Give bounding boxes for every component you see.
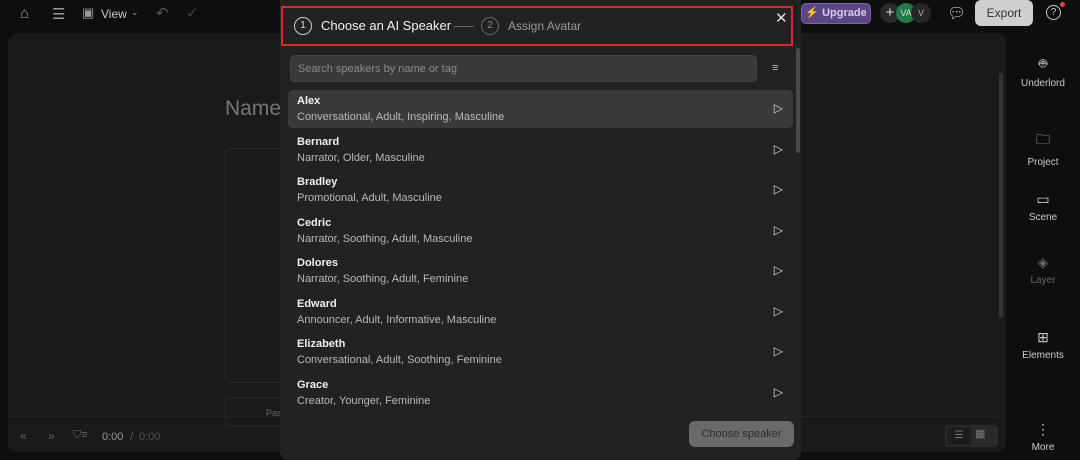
step-2-number: 2 [481,17,499,35]
avatar-v[interactable]: V [911,3,931,23]
close-icon[interactable]: ✕ [775,9,788,27]
sidebar-item-layer[interactable]: ◈ Layer [1006,254,1080,286]
filter-icon[interactable]: ≡ [772,62,778,74]
home-icon[interactable]: ⌂ [20,5,29,22]
layout-icon: ▣ [82,5,95,20]
layers-icon: ◈ [1037,254,1049,270]
upgrade-button[interactable]: ⚡ Upgrade [801,3,871,24]
play-icon[interactable]: ▷ [774,304,783,318]
play-icon[interactable]: ▷ [774,223,783,237]
speaker-name: Alex [297,95,321,107]
view-menu[interactable]: View [101,7,127,21]
notification-dot [1060,2,1065,7]
play-icon[interactable]: ▷ [774,263,783,277]
search-speakers-input[interactable]: Search speakers by name or tag [290,55,757,82]
speaker-tags: Promotional, Adult, Masculine [297,192,442,204]
comment-icon[interactable]: 💬︎ [947,4,966,22]
speaker-name: Edward [297,297,337,310]
step-1-number: 1 [294,17,312,35]
speaker-name: Dolores [297,257,338,269]
speaker-name: Bernard [297,135,340,148]
speaker-item[interactable]: Bradley Promotional, Adult, Masculine ▷ [288,171,793,209]
speaker-tags: Announcer, Adult, Informative, Masculine [297,313,497,326]
speaker-dialog: 1 Choose an AI Speaker 2 Assign Avatar ✕… [280,0,801,460]
grid-view-icon[interactable]: ▦ [975,427,985,440]
list-scrollbar[interactable] [796,48,800,153]
choose-speaker-button[interactable]: Choose speaker [689,421,794,447]
speaker-name: Cedric [297,216,332,229]
speaker-tags: Narrator, Soothing, Adult, Feminine [297,273,469,285]
speaker-tags: Narrator, Soothing, Adult, Masculine [297,232,473,245]
list-view-icon[interactable]: ☰ [947,427,971,445]
scene-icon: ▭ [1036,191,1050,207]
chevron-down-icon[interactable]: ⌄ [131,7,139,18]
speaker-item[interactable]: Edward Announcer, Adult, Informative, Mas… [288,293,793,331]
skip-back-icon[interactable]: « [20,429,27,443]
bookmark-list-icon[interactable]: ⛉≡ [73,429,88,442]
sidebar-item-project[interactable]: 🗀 Project [1006,129,1080,168]
stepper-header: 1 Choose an AI Speaker 2 Assign Avatar ✕ [281,6,793,46]
step-connector [454,26,474,27]
speaker-tags: Narrator, Older, Masculine [297,151,425,164]
speaker-tags: Creator, Younger, Feminine [297,394,431,407]
speaker-name: Grace [297,378,329,391]
elements-icon: ⊞ [1037,329,1049,345]
view-toggle[interactable]: ☰ ▦ [945,425,998,447]
sidebar-item-scene[interactable]: ▭ Scene [1006,191,1080,223]
speaker-name: Elizabeth [297,338,346,350]
folder-icon: 🗀 [1036,131,1050,147]
play-icon[interactable]: ▷ [774,101,783,115]
speaker-name: Bradley [297,176,338,188]
scrollbar[interactable] [999,73,1003,318]
speaker-item[interactable]: Bernard Narrator, Older, Masculine ▷ [288,131,793,169]
play-icon[interactable]: ▷ [774,142,783,156]
speaker-tags: Conversational, Adult, Soothing, Feminin… [297,354,502,366]
play-icon[interactable]: ▷ [774,385,783,399]
speaker-tags: Conversational, Adult, Inspiring, Mascul… [297,111,505,123]
speaker-item[interactable]: Elizabeth Conversational, Adult, Soothing… [288,333,793,371]
play-icon[interactable]: ▷ [774,344,783,358]
skip-forward-icon[interactable]: » [48,429,55,443]
time-total: 0:00 [139,431,161,443]
sidebar-item-underlord[interactable]: 🤖︎ Underlord [1006,54,1080,89]
menu-icon[interactable]: ☰ [52,5,65,23]
help-icon[interactable]: ? [1046,5,1061,20]
speaker-item[interactable]: Grace Creator, Younger, Feminine ▷ [288,374,793,412]
sidebar-item-more[interactable]: ⋮ More [1006,421,1080,453]
robot-icon: 🤖︎ [1038,55,1048,71]
check-circle-icon: ✓ [186,5,199,22]
export-button[interactable]: Export [975,0,1033,26]
time-separator: / [130,431,134,443]
sidebar-item-elements[interactable]: ⊞ Elements [1006,329,1080,361]
time-current: 0:00 [102,431,124,443]
more-icon: ⋮ [1036,421,1050,437]
speaker-item[interactable]: Alex Conversational, Adult, Inspiring, Ma… [288,90,793,128]
speaker-item[interactable]: Dolores Narrator, Soothing, Adult, Femini… [288,252,793,290]
play-icon[interactable]: ▷ [774,182,783,196]
name-field[interactable]: Name [225,97,281,121]
speaker-item[interactable]: Cedric Narrator, Soothing, Adult, Masculi… [288,212,793,250]
undo-icon[interactable]: ↶ [156,4,169,22]
step-2-label[interactable]: Assign Avatar [508,19,581,33]
step-1-label[interactable]: Choose an AI Speaker [321,18,451,33]
